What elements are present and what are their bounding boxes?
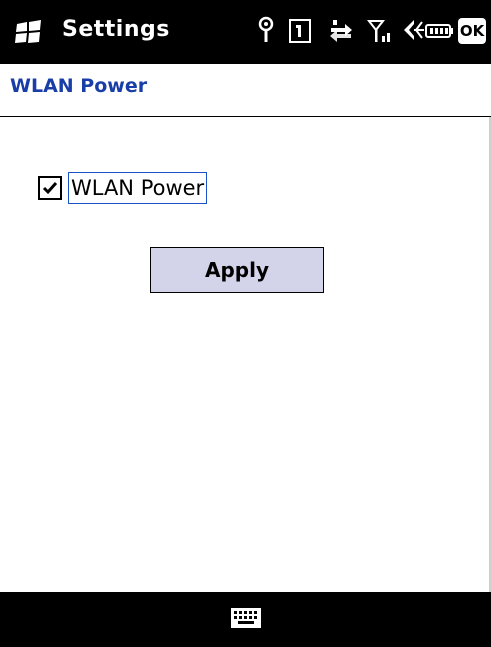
- status-bar: Settings OK: [0, 0, 491, 64]
- menu-bar: [0, 592, 491, 647]
- start-icon[interactable]: [14, 20, 44, 44]
- wlan-power-label[interactable]: WLAN Power: [68, 172, 208, 204]
- app-title: Settings: [62, 17, 170, 42]
- page-header: WLAN Power: [0, 64, 491, 117]
- apply-button[interactable]: Apply: [150, 247, 324, 293]
- page-title: WLAN Power: [10, 75, 148, 97]
- data-sync-icon[interactable]: [327, 16, 355, 46]
- wlan-power-option[interactable]: WLAN Power: [38, 172, 208, 204]
- signal-strength-icon[interactable]: [366, 16, 392, 46]
- wlan-power-checkbox[interactable]: [38, 176, 62, 200]
- keyboard-icon[interactable]: [230, 607, 262, 633]
- checkmark-icon: [42, 182, 58, 195]
- ok-button[interactable]: OK: [458, 18, 486, 44]
- screen: Settings OK WLAN Power WLAN Power Apply: [0, 0, 491, 647]
- battery-icon[interactable]: [424, 16, 456, 46]
- connectivity-icon[interactable]: [255, 16, 277, 46]
- sim-slot-icon[interactable]: [288, 16, 312, 46]
- content-area: WLAN Power Apply: [0, 117, 491, 592]
